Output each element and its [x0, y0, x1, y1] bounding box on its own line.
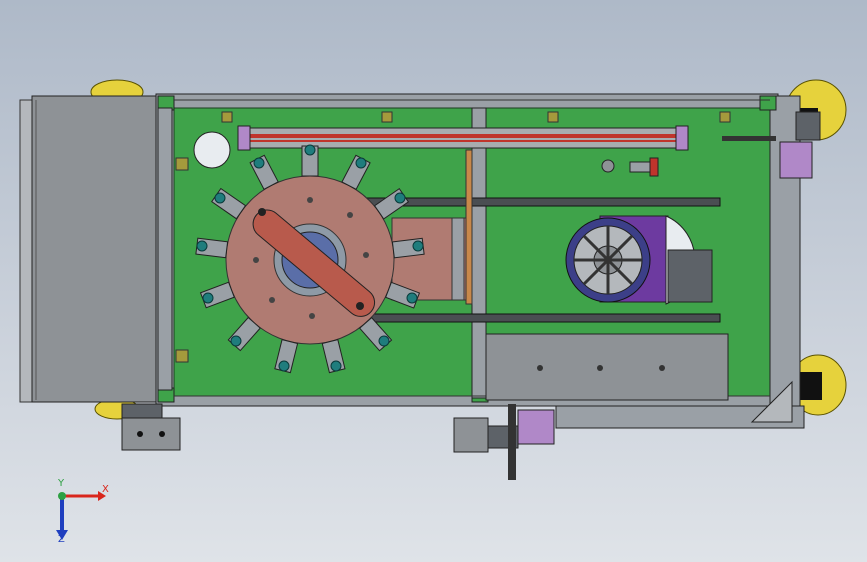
- wheel-bottom-right-hub: [800, 372, 822, 400]
- axis-triad: X Y Z: [40, 478, 130, 548]
- bottom-boxes: [121, 403, 555, 480]
- y-axis-dot: [58, 492, 66, 500]
- z-axis-label: Z: [58, 534, 65, 545]
- y-axis-label: Y: [58, 478, 65, 489]
- left-cover-panel: [19, 95, 159, 403]
- bottom-right-plate: [485, 333, 729, 401]
- access-hole: [193, 131, 231, 169]
- x-axis-label: X: [102, 484, 109, 495]
- cad-model-viewport[interactable]: [0, 0, 867, 562]
